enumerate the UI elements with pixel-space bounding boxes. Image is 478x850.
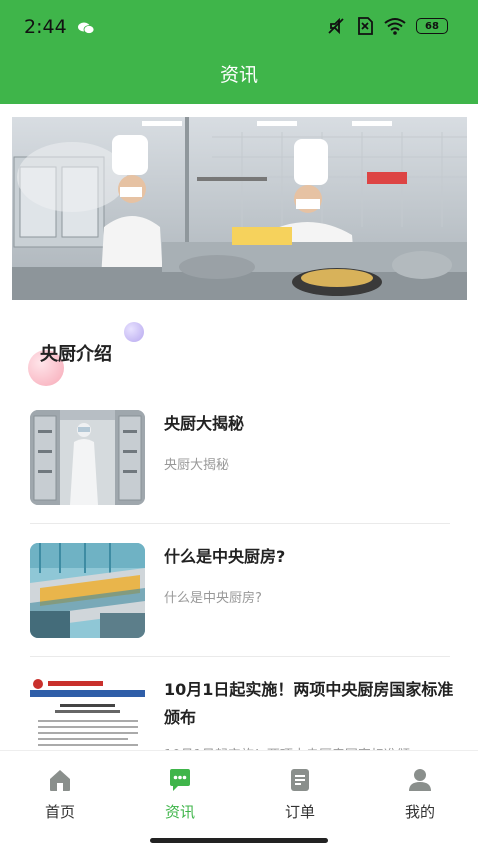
nav-label: 订单 [284, 803, 315, 821]
bottom-nav: 首页 资讯 订单 我的 [0, 750, 478, 850]
section-header: 央厨介绍 [28, 320, 228, 390]
nav-item-home[interactable]: 首页 [20, 767, 100, 822]
message-icon [170, 769, 190, 791]
nav-item-news[interactable]: 资讯 [140, 767, 220, 822]
status-time: 2:44 [24, 16, 67, 38]
nav-item-profile[interactable]: 我的 [380, 767, 460, 822]
header: 2:44 68 资讯 [0, 0, 478, 104]
document-icon [291, 769, 309, 791]
wechat-icon [78, 22, 94, 34]
article-thumbnail [30, 543, 145, 638]
mute-icon [328, 17, 344, 35]
battery-icon: 68 [416, 18, 448, 34]
article-title: 央厨大揭秘 [164, 414, 245, 433]
article-summary: 央厨大揭秘 [164, 458, 230, 473]
page-title: 资讯 [219, 64, 258, 86]
article-summary: 什么是中央厨房? [164, 591, 262, 606]
nav-item-orders[interactable]: 订单 [260, 767, 340, 822]
status-bar: 2:44 68 [0, 0, 478, 56]
divider [30, 523, 450, 524]
decor-bubble-purple [124, 322, 144, 342]
article-title: 10月1日起实施！两项中央厨房国家标准颁布 [164, 680, 454, 727]
home-indicator [150, 838, 328, 843]
article-item[interactable]: 央厨大揭秘 央厨大揭秘 [30, 410, 450, 526]
status-icons: 68 [326, 16, 448, 36]
nav-label: 我的 [404, 803, 435, 821]
home-icon [50, 770, 70, 791]
nav-label: 首页 [44, 803, 75, 821]
divider [30, 656, 450, 657]
sim-off-icon [358, 17, 373, 35]
section-title: 央厨介绍 [40, 344, 112, 365]
wifi-icon [384, 18, 406, 35]
nav-label: 资讯 [164, 803, 195, 821]
article-thumbnail [30, 410, 145, 505]
article-item[interactable]: 什么是中央厨房? 什么是中央厨房? [30, 543, 450, 659]
banner-image[interactable] [12, 117, 467, 300]
user-icon [409, 769, 431, 791]
article-title: 什么是中央厨房? [164, 547, 286, 566]
app: 2:44 68 资讯 央厨介绍 央厨大揭秘 央厨大揭秘 什么是中央厨房? 什么是… [0, 0, 478, 850]
